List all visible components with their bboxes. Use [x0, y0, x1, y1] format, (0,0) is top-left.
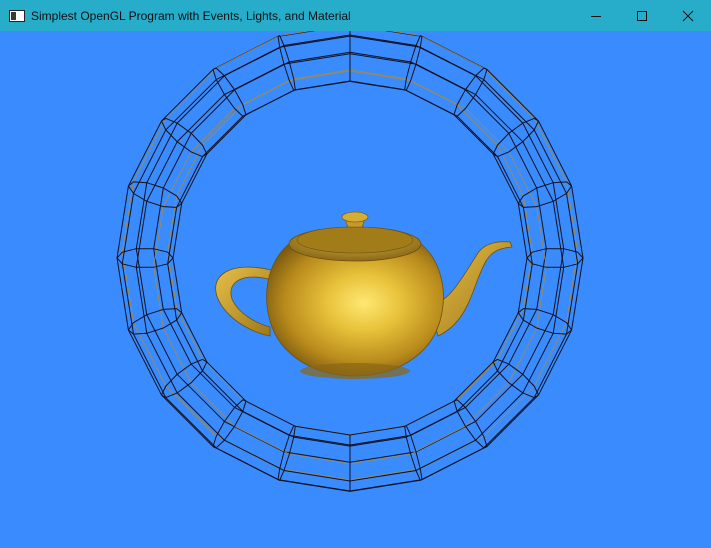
torus-section-line — [526, 248, 584, 268]
title-bar[interactable]: Simplest OpenGL Program with Events, Lig… — [0, 0, 711, 31]
teapot — [215, 211, 513, 379]
torus-section-line — [116, 248, 174, 268]
app-window-icon[interactable] — [9, 9, 25, 22]
window-controls — [573, 0, 711, 31]
minimize-button[interactable] — [573, 0, 619, 31]
minimize-icon — [591, 15, 601, 17]
window-title: Simplest OpenGL Program with Events, Lig… — [31, 8, 351, 23]
close-button[interactable] — [665, 0, 711, 31]
scene-render — [116, 31, 584, 492]
maximize-button[interactable] — [619, 0, 665, 31]
opengl-canvas[interactable] — [0, 31, 711, 548]
app-window: Simplest OpenGL Program with Events, Lig… — [0, 0, 711, 548]
close-icon — [682, 10, 694, 21]
maximize-icon — [637, 10, 647, 21]
